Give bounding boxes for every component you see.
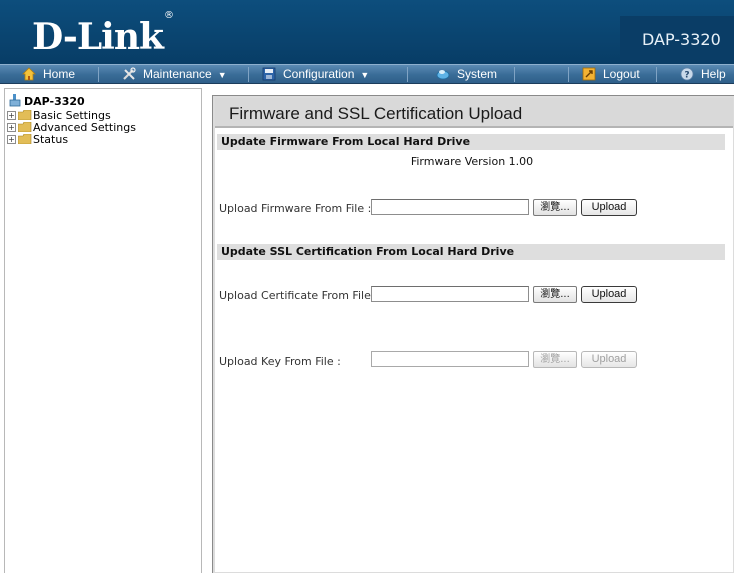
- tree-item-advanced-settings[interactable]: + Advanced Settings: [7, 122, 136, 134]
- key-upload-button: Upload: [581, 351, 637, 368]
- tools-icon: [123, 67, 136, 80]
- menu-maintenance-label: Maintenance: [143, 67, 212, 81]
- home-icon: [22, 67, 36, 81]
- key-file-input: [371, 351, 529, 367]
- system-icon: [436, 70, 450, 80]
- menu-maintenance[interactable]: Maintenance ▼: [122, 65, 227, 84]
- firmware-version-label: Firmware Version: [410, 155, 506, 168]
- logout-icon: [582, 67, 596, 81]
- certificate-upload-button[interactable]: Upload: [581, 286, 637, 303]
- tree-root-label: DAP-3320: [24, 95, 85, 108]
- folder-icon: [18, 134, 32, 144]
- menu-logout[interactable]: Logout: [582, 65, 640, 84]
- menu-home-label: Home: [43, 67, 76, 81]
- brand-name: D-Link: [32, 16, 164, 58]
- menu-system[interactable]: System: [436, 65, 497, 84]
- menu-separator: [407, 67, 408, 82]
- menu-separator: [514, 67, 515, 82]
- folder-icon: [18, 110, 32, 120]
- help-icon: ?: [680, 67, 694, 81]
- expand-icon[interactable]: +: [7, 135, 16, 144]
- floppy-disk-icon: [262, 67, 276, 81]
- ssl-section-title: Update SSL Certification From Local Hard…: [221, 245, 515, 258]
- expand-icon[interactable]: +: [7, 123, 16, 132]
- menu-separator: [656, 67, 657, 82]
- tree-root[interactable]: DAP-3320: [9, 94, 85, 108]
- menu-logout-label: Logout: [603, 67, 640, 81]
- certificate-file-input[interactable]: [371, 286, 529, 302]
- menu-separator: [98, 67, 99, 82]
- menu-configuration-label: Configuration: [283, 67, 355, 81]
- ssl-section-header: Update SSL Certification From Local Hard…: [217, 244, 725, 260]
- firmware-file-input[interactable]: [371, 199, 529, 215]
- menu-system-label: System: [457, 67, 498, 81]
- chevron-down-icon: ▼: [360, 70, 370, 80]
- tree-item-label: Status: [33, 133, 69, 146]
- firmware-file-label: Upload Firmware From File :: [219, 202, 372, 215]
- certificate-file-label: Upload Certificate From File :: [219, 289, 379, 302]
- menu-help-label: Help: [701, 67, 726, 81]
- dlink-logo: D-Link®: [32, 10, 174, 58]
- menu-configuration[interactable]: Configuration ▼: [262, 65, 369, 84]
- firmware-section-title: Update Firmware From Local Hard Drive: [221, 135, 471, 148]
- key-browse-button: 瀏覽...: [533, 351, 577, 368]
- header-banner: D-Link® DAP-3320: [0, 0, 734, 64]
- chevron-down-icon: ▼: [217, 70, 227, 80]
- firmware-upload-button[interactable]: Upload: [581, 199, 637, 216]
- firmware-version-value: 1.00: [508, 155, 534, 168]
- menu-bar: Home Maintenance ▼ Configuration ▼ System …: [0, 64, 734, 84]
- navigation-tree: DAP-3320 + Basic Settings + Advanced Setti…: [4, 88, 202, 573]
- model-name: DAP-3320: [642, 30, 721, 49]
- menu-separator: [568, 67, 569, 82]
- firmware-version: Firmware Version 1.00: [215, 155, 729, 168]
- firmware-section-header: Update Firmware From Local Hard Drive: [217, 134, 725, 150]
- certificate-browse-button[interactable]: 瀏覽...: [533, 286, 577, 303]
- registered-mark: ®: [163, 10, 174, 21]
- page-title-bar: Firmware and SSL Certification Upload: [215, 98, 733, 128]
- content-area: Firmware and SSL Certification Upload Up…: [215, 98, 733, 572]
- tree-item-status[interactable]: + Status: [7, 134, 68, 146]
- firmware-browse-button[interactable]: 瀏覽...: [533, 199, 577, 216]
- menu-separator: [248, 67, 249, 82]
- expand-icon[interactable]: +: [7, 111, 16, 120]
- menu-help[interactable]: ? Help: [680, 65, 726, 84]
- page-title: Firmware and SSL Certification Upload: [229, 104, 523, 123]
- svg-text:?: ?: [684, 71, 689, 81]
- key-file-label: Upload Key From File :: [219, 355, 341, 368]
- content-panel: Firmware and SSL Certification Upload Up…: [212, 95, 734, 573]
- folder-icon: [18, 122, 32, 132]
- device-icon: [9, 94, 21, 107]
- menu-home[interactable]: Home: [22, 65, 75, 84]
